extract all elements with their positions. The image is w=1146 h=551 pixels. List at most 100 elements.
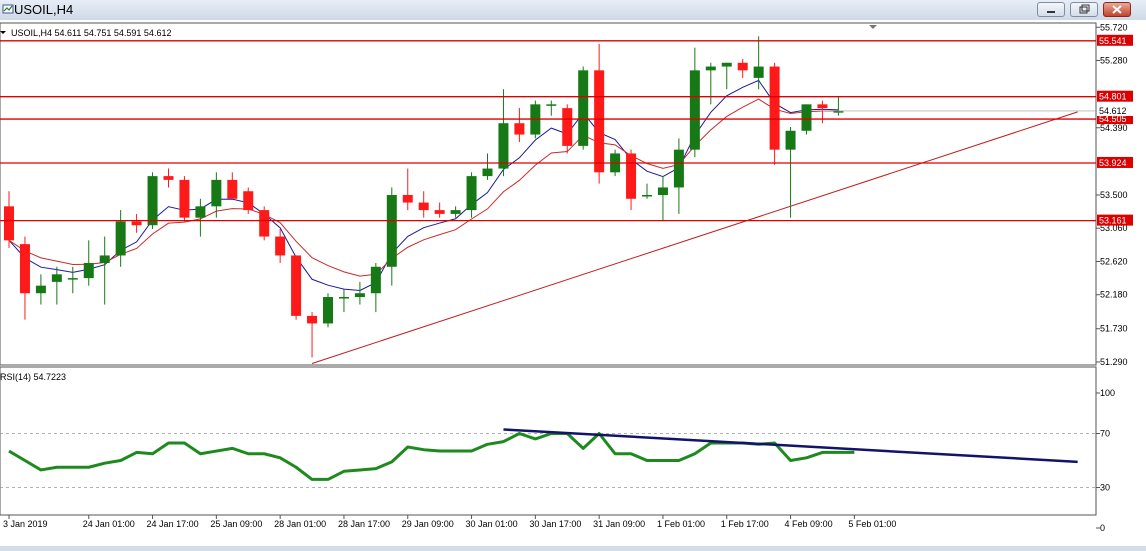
candle-body xyxy=(514,123,525,135)
price-tick-label: 55.280 xyxy=(1100,56,1128,66)
candle-body xyxy=(434,210,445,214)
time-tick-label: 28 Jan 01:00 xyxy=(274,519,326,529)
minimize-icon xyxy=(1047,11,1055,13)
candle-body xyxy=(386,195,397,267)
candle-body xyxy=(769,66,780,150)
candle-body xyxy=(4,206,14,241)
level-price-label: 53.161 xyxy=(1099,216,1127,226)
level-price-label: 54.801 xyxy=(1099,92,1127,102)
candle[interactable] xyxy=(291,255,302,320)
candle-body xyxy=(546,104,557,106)
candle-body xyxy=(275,236,286,256)
rsi-tick-label: 100 xyxy=(1100,388,1115,398)
candle-body xyxy=(338,297,349,299)
time-tick-label: 31 Jan 09:00 xyxy=(593,519,645,529)
rsi-tick-label: 0 xyxy=(1100,523,1105,533)
candle-body xyxy=(291,255,302,316)
candle[interactable] xyxy=(769,62,780,165)
price-panel: USOIL,H4 54.611 54.751 54.591 54.612 55.… xyxy=(0,22,1133,367)
candle[interactable] xyxy=(179,176,190,222)
candle-body xyxy=(211,179,222,207)
candle-body xyxy=(721,62,732,67)
price-tick-label: 51.290 xyxy=(1100,357,1128,367)
time-tick-label: 3 Jan 2019 xyxy=(3,519,48,529)
candle-body xyxy=(418,202,429,211)
candle-body xyxy=(243,191,254,211)
candle-body xyxy=(673,149,684,188)
candle-body xyxy=(482,168,493,177)
candle[interactable] xyxy=(578,66,589,150)
time-tick-label: 30 Jan 01:00 xyxy=(466,519,518,529)
candle-body xyxy=(323,297,333,324)
restore-icon xyxy=(1079,4,1090,14)
candle-body xyxy=(370,266,381,294)
price-tick-label: 55.720 xyxy=(1100,22,1128,32)
candle-body xyxy=(785,130,796,150)
time-tick-label: 28 Jan 17:00 xyxy=(338,519,390,529)
candle-body xyxy=(259,210,270,237)
candle-body xyxy=(402,195,413,203)
time-tick-label: 5 Feb 01:00 xyxy=(848,519,896,529)
price-tick-label: 52.620 xyxy=(1100,256,1128,266)
rsi-tick-label: 70 xyxy=(1100,429,1110,439)
minimize-button[interactable] xyxy=(1037,2,1065,17)
candle-body xyxy=(131,221,142,226)
time-tick-label: 24 Jan 17:00 xyxy=(147,519,199,529)
candle-body xyxy=(99,255,110,263)
price-tick-label: 52.180 xyxy=(1100,290,1128,300)
candle-body xyxy=(833,111,844,113)
window-titlebar: USOIL,H4 xyxy=(0,0,1146,21)
rsi-header: RSI(14) 54.7223 xyxy=(0,372,66,382)
candle-body xyxy=(450,210,461,214)
candle-body xyxy=(562,108,573,146)
candle[interactable] xyxy=(259,206,270,241)
time-tick-label: 1 Feb 01:00 xyxy=(657,519,705,529)
restore-button[interactable] xyxy=(1070,2,1098,17)
rsi-tick-label: 30 xyxy=(1100,483,1110,493)
candle-body xyxy=(35,285,46,294)
time-tick-label: 1 Feb 17:00 xyxy=(721,519,769,529)
candle-body xyxy=(801,104,812,131)
time-tick-label: 4 Feb 09:00 xyxy=(785,519,833,529)
close-icon xyxy=(1112,5,1122,14)
candle-body xyxy=(147,176,158,226)
candle-body xyxy=(817,104,828,109)
level-price-label: 53.924 xyxy=(1099,158,1127,168)
current-price-label: 54.612 xyxy=(1099,106,1127,116)
candle-body xyxy=(307,315,318,324)
candle-body xyxy=(227,179,238,199)
candle-body xyxy=(689,70,700,150)
time-tick-label: 29 Jan 09:00 xyxy=(402,519,454,529)
chart-frame: USOIL,H4 54.611 54.751 54.591 54.612 55.… xyxy=(0,20,1146,546)
candle-body xyxy=(753,66,764,78)
candle[interactable] xyxy=(323,293,333,328)
candle-body xyxy=(626,153,637,199)
candle-body xyxy=(642,195,652,197)
candle-body xyxy=(67,278,78,280)
candle-body xyxy=(51,274,62,282)
candle-body xyxy=(354,293,365,297)
candle-body xyxy=(705,66,716,71)
candle[interactable] xyxy=(243,187,254,214)
price-tick-label: 54.390 xyxy=(1100,123,1128,133)
candle-body xyxy=(83,263,94,279)
close-button[interactable] xyxy=(1103,2,1131,17)
time-tick-label: 24 Jan 01:00 xyxy=(83,519,135,529)
candle-body xyxy=(115,221,126,256)
price-and-rsi-chart[interactable]: USOIL,H4 54.611 54.751 54.591 54.612 55.… xyxy=(0,20,1146,546)
time-tick-label: 25 Jan 09:00 xyxy=(210,519,262,529)
candle-body xyxy=(179,179,190,218)
candle-body xyxy=(578,70,589,146)
time-tick-label: 30 Jan 17:00 xyxy=(529,519,581,529)
candle-body xyxy=(657,187,668,195)
candle-body xyxy=(466,176,477,211)
rsi-panel: RSI(14) 54.7223 100 70 30 0 xyxy=(0,366,1115,533)
price-tick-label: 51.730 xyxy=(1100,324,1128,334)
price-tick-label: 53.500 xyxy=(1100,190,1128,200)
level-price-label: 55.541 xyxy=(1099,36,1127,46)
candle-body xyxy=(594,70,605,173)
chart-window-icon xyxy=(2,4,14,14)
candle-body xyxy=(195,206,206,218)
candle-body xyxy=(498,123,509,169)
candle-body xyxy=(737,62,748,71)
